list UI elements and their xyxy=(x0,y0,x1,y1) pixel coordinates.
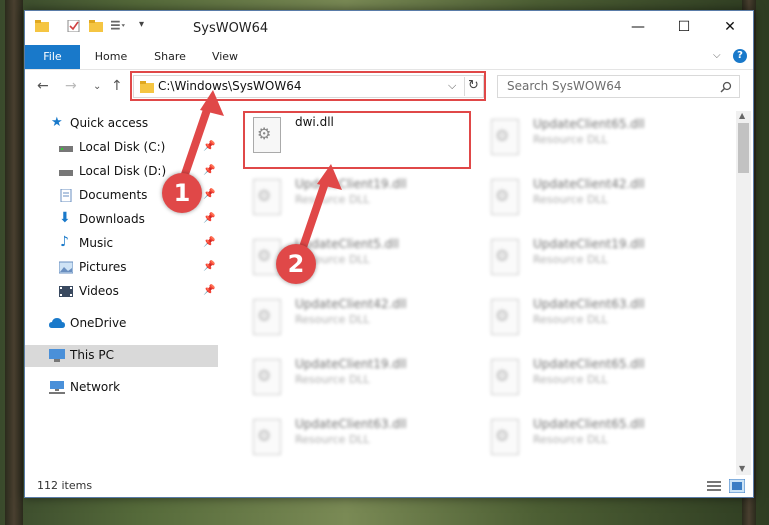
arrow-2-shaft xyxy=(296,176,330,260)
step-1-badge: 1 xyxy=(162,173,202,213)
annotation-arrows xyxy=(179,90,342,260)
arrow-1-shaft xyxy=(179,100,213,184)
step-2-badge: 2 xyxy=(276,244,316,284)
